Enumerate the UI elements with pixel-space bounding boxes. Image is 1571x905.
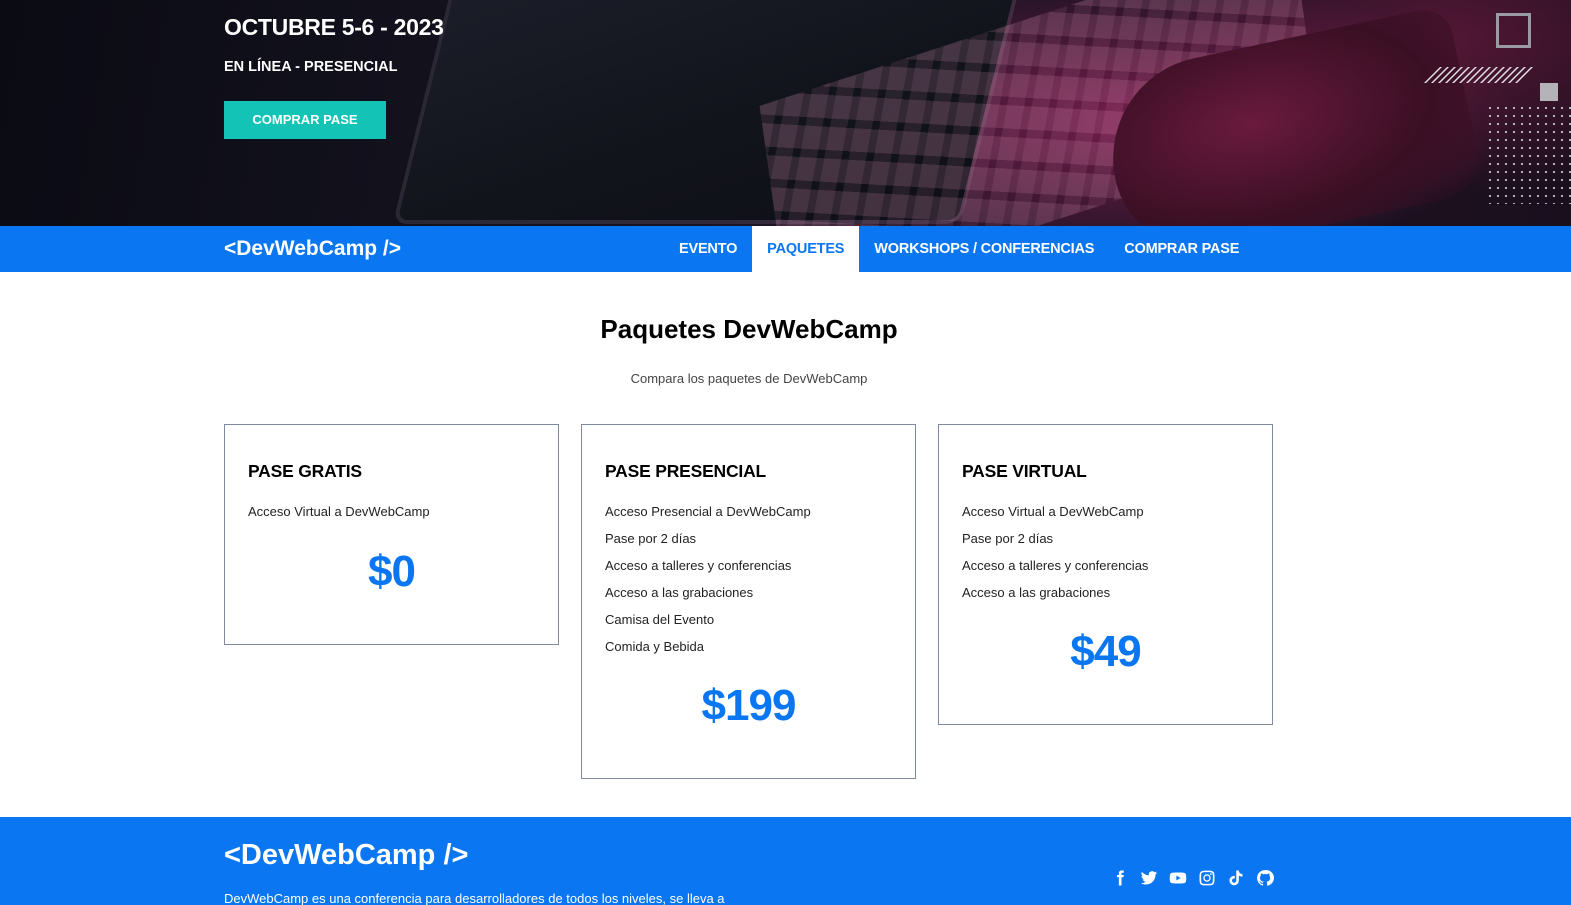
buy-pass-button[interactable]: COMPRAR PASE [224,101,386,139]
social-links [1111,869,1274,887]
package-feature: Acceso a talleres y conferencias [605,558,792,573]
tiktok-icon[interactable] [1227,869,1245,887]
package-feature: Acceso a talleres y conferencias [962,558,1149,573]
package-title: PASE PRESENCIAL [605,461,767,481]
package-feature: Acceso Virtual a DevWebCamp [248,504,430,519]
twitter-icon[interactable] [1140,869,1158,887]
instagram-icon[interactable] [1198,869,1216,887]
package-feature: Camisa del Evento [605,612,715,627]
facebook-icon[interactable] [1111,869,1129,887]
nav-links: EVENTO PAQUETES WORKSHOPS / CONFERENCIAS… [664,226,1254,272]
package-card-gratis: PASE GRATIS Acceso Virtual a DevWebCamp … [224,424,559,645]
site-logo[interactable]: <DevWebCamp /> [224,226,401,272]
youtube-icon[interactable] [1169,869,1187,887]
decorative-gray-square [1540,83,1558,101]
package-feature: Acceso a las grabaciones [962,585,1111,600]
package-price: $49 [1070,627,1141,676]
page-subtitle: Compara los paquetes de DevWebCamp [630,371,868,386]
package-feature: Acceso Presencial a DevWebCamp [605,504,811,519]
hero-content: OCTUBRE 5-6 - 2023 EN LÍNEA - PRESENCIAL… [224,14,444,139]
package-card-presencial: PASE PRESENCIAL Acceso Presencial a DevW… [581,424,916,779]
event-date: OCTUBRE 5-6 - 2023 [224,14,444,40]
package-feature: Comida y Bebida [605,639,704,654]
package-feature: Pase por 2 días [605,531,697,546]
package-feature-list: Acceso Virtual a DevWebCamp Pase por 2 d… [962,503,1250,611]
package-feature: Pase por 2 días [962,531,1054,546]
nav-link-workshops[interactable]: WORKSHOPS / CONFERENCIAS [859,226,1109,272]
nav-link-evento[interactable]: EVENTO [664,226,752,272]
package-price: $199 [701,681,797,730]
github-icon[interactable] [1256,869,1274,887]
main-navbar: <DevWebCamp /> EVENTO PAQUETES WORKSHOPS… [0,226,1571,272]
nav-link-comprar-pase[interactable]: COMPRAR PASE [1109,226,1254,272]
site-footer: <DevWebCamp /> DevWebCamp es una confere… [0,817,1571,905]
package-feature-list: Acceso Virtual a DevWebCamp [248,503,536,530]
footer-description: DevWebCamp es una conferencia para desar… [224,891,725,905]
package-feature: Acceso Virtual a DevWebCamp [962,504,1144,519]
package-price: $0 [368,547,416,596]
footer-logo[interactable]: <DevWebCamp /> [224,839,468,872]
hero-header: OCTUBRE 5-6 - 2023 EN LÍNEA - PRESENCIAL… [0,0,1571,226]
nav-link-paquetes[interactable]: PAQUETES [752,226,860,272]
event-mode: EN LÍNEA - PRESENCIAL [224,59,398,75]
decorative-stripes [1424,67,1533,83]
package-title: PASE GRATIS [248,461,362,481]
package-card-virtual: PASE VIRTUAL Acceso Virtual a DevWebCamp… [938,424,1273,725]
package-feature-list: Acceso Presencial a DevWebCamp Pase por … [605,503,893,665]
page-title: Paquetes DevWebCamp [600,314,898,344]
package-feature: Acceso a las grabaciones [605,585,754,600]
decorative-square [1496,13,1531,48]
decorative-dot-grid [1486,104,1571,204]
package-title: PASE VIRTUAL [962,461,1087,481]
